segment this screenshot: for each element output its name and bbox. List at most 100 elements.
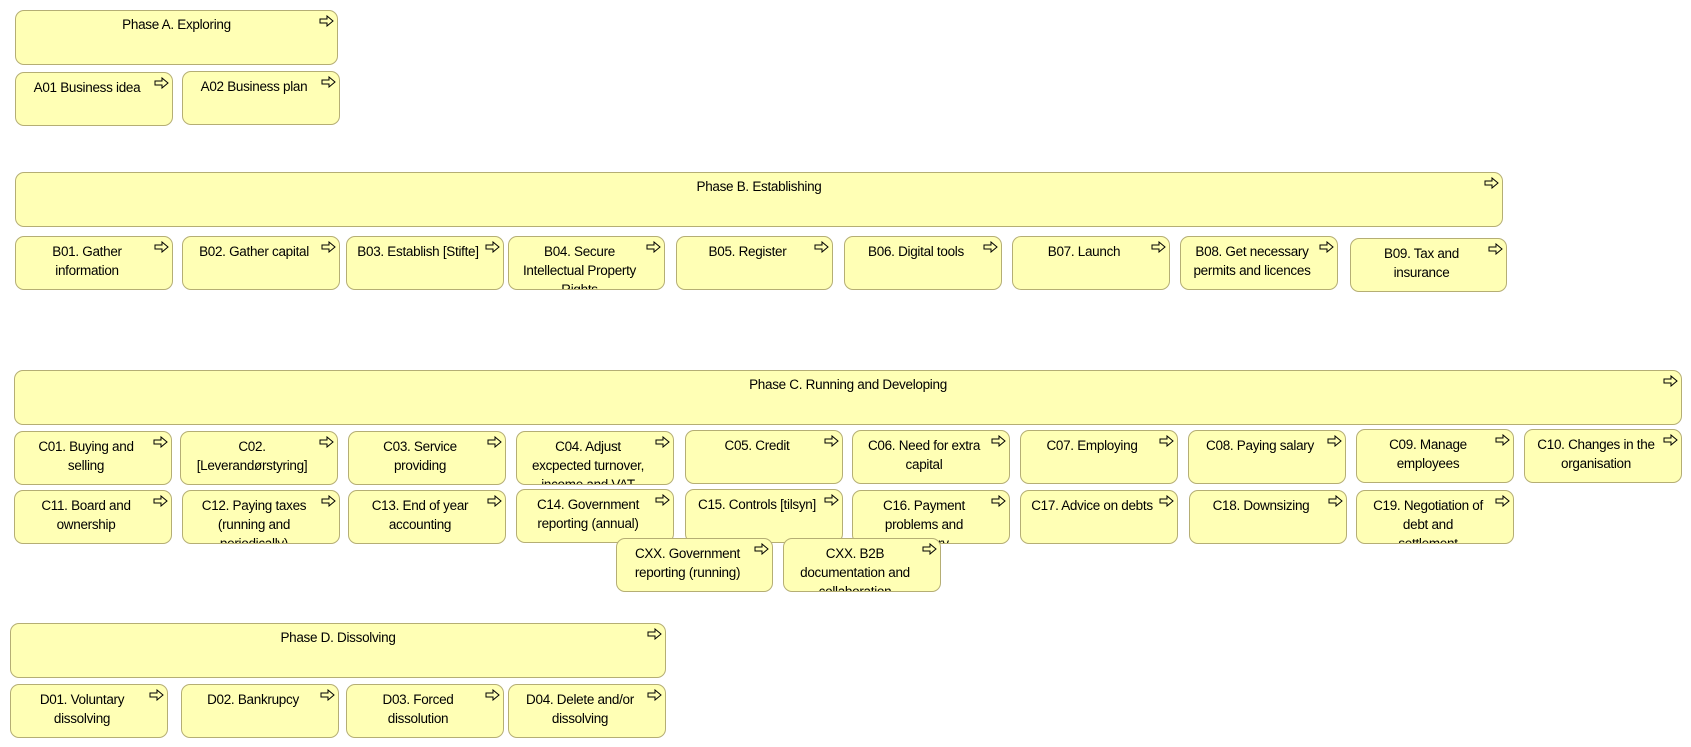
label-line: insurance — [1393, 265, 1450, 280]
label-line: C10. Changes in the — [1537, 437, 1655, 452]
label-line: C06. Need for extra — [867, 438, 981, 453]
capability-label: A02 Business plan — [189, 77, 319, 96]
label-line: (running and — [217, 517, 291, 532]
capability-cxx-gov[interactable]: CXX. Government reporting (running) — [616, 538, 773, 592]
label-line: dissolving — [53, 711, 111, 726]
label-line: Phase A. Exploring — [122, 17, 231, 32]
capability-c19[interactable]: C19. Negotiation of debt and settlement — [1356, 490, 1514, 544]
capability-c09[interactable]: C09. Manage employees — [1356, 429, 1514, 483]
phase-title: Phase D. Dissolving — [21, 628, 655, 647]
capability-a02[interactable]: A02 Business plan — [182, 71, 340, 125]
capability-label: C09. Manage employees — [1363, 435, 1493, 473]
capability-b07[interactable]: B07. Launch — [1012, 236, 1170, 290]
capability-label: C11. Board and ownership — [21, 496, 151, 534]
capability-d02[interactable]: D02. Bankrupcy — [181, 684, 339, 738]
right-arrow-outline-icon — [1495, 434, 1510, 446]
phase-b-container[interactable]: Phase B. Establishing — [15, 172, 1503, 227]
capability-cxx-b2b[interactable]: CXX. B2B documentation and collaboration — [783, 538, 941, 592]
capability-b02[interactable]: B02. Gather capital — [182, 236, 340, 290]
label-line: problems and — [884, 517, 964, 532]
capability-c01[interactable]: C01. Buying and selling — [14, 431, 172, 485]
capability-c07[interactable]: C07. Employing — [1020, 430, 1178, 484]
label-line: capital — [905, 457, 943, 472]
right-arrow-outline-icon — [1328, 495, 1343, 507]
capability-b01[interactable]: B01. Gather information — [15, 236, 173, 290]
capability-c06[interactable]: C06. Need for extra capital — [852, 430, 1010, 484]
label-line: organisation — [1561, 456, 1631, 471]
capability-b06[interactable]: B06. Digital tools — [844, 236, 1002, 290]
label-line: C05. Credit — [724, 438, 790, 453]
right-arrow-outline-icon — [149, 689, 164, 701]
capability-b09[interactable]: B09. Tax and insurance — [1350, 238, 1507, 292]
capability-label: D01. Voluntary dissolving — [17, 690, 147, 728]
right-arrow-outline-icon — [487, 495, 502, 507]
right-arrow-outline-icon — [485, 241, 500, 253]
label-line: reporting (annual) — [537, 516, 639, 531]
right-arrow-outline-icon — [655, 436, 670, 448]
label-line: income and VAT — [541, 477, 635, 485]
phase-d-container[interactable]: Phase D. Dissolving — [10, 623, 666, 678]
capability-label: C10. Changes in the organisation — [1531, 435, 1661, 473]
label-line: collaboration — [818, 584, 892, 592]
label-line: debt and — [1402, 517, 1454, 532]
capability-c02[interactable]: C02. [Leverandørstyring] — [180, 431, 338, 485]
right-arrow-outline-icon — [319, 15, 334, 27]
label-line: documentation and — [800, 565, 910, 580]
capability-label: C14. Government reporting (annual) — [523, 495, 653, 533]
label-line: [Leverandørstyring] — [196, 458, 308, 473]
capability-label: A01 Business idea — [22, 78, 152, 97]
capability-c10[interactable]: C10. Changes in the organisation — [1524, 429, 1682, 483]
capability-a01[interactable]: A01 Business idea — [15, 72, 173, 126]
capability-label: CXX. Government reporting (running) — [623, 544, 752, 582]
capability-label: C19. Negotiation of debt and settlement — [1363, 496, 1493, 544]
capability-d03[interactable]: D03. Forced dissolution — [346, 684, 504, 738]
capability-d01[interactable]: D01. Voluntary dissolving — [10, 684, 168, 738]
label-line: providing — [393, 458, 447, 473]
right-arrow-outline-icon — [824, 494, 839, 506]
label-line: permits and licences — [1193, 263, 1311, 278]
label-line: CXX. Government — [634, 546, 741, 561]
label-line: ownership — [56, 517, 116, 532]
capability-c18[interactable]: C18. Downsizing — [1189, 490, 1347, 544]
right-arrow-outline-icon — [655, 494, 670, 506]
right-arrow-outline-icon — [647, 689, 662, 701]
right-arrow-outline-icon — [485, 689, 500, 701]
capability-b05[interactable]: B05. Register — [676, 236, 833, 290]
capability-c13[interactable]: C13. End of year accounting — [348, 490, 506, 544]
capability-c14[interactable]: C14. Government reporting (annual) — [516, 489, 674, 543]
label-line: accounting — [388, 517, 452, 532]
capability-label: C15. Controls [tilsyn] — [692, 495, 822, 514]
phase-c-container[interactable]: Phase C. Running and Developing — [14, 370, 1682, 425]
capability-c15[interactable]: C15. Controls [tilsyn] — [685, 489, 843, 543]
right-arrow-outline-icon — [1151, 241, 1166, 253]
capability-label: B04. Secure Intellectual Property Rights — [515, 242, 644, 289]
capability-c04[interactable]: C04. Adjust excpected turnover, income and… — [516, 431, 674, 485]
capability-c16[interactable]: C16. Paymentproblems andrecovery — [852, 490, 1010, 544]
capability-label: D02. Bankrupcy — [188, 690, 318, 709]
capability-c17[interactable]: C17. Advice on debts — [1020, 490, 1178, 544]
label-line: D04. Delete and/or — [526, 692, 634, 707]
capability-c03[interactable]: C03. Service providing — [348, 431, 506, 485]
capability-b04[interactable]: B04. Secure Intellectual Property Rights — [508, 236, 665, 290]
right-arrow-outline-icon — [321, 495, 336, 507]
capability-c12[interactable]: C12. Paying taxes (running and periodicall… — [182, 490, 340, 544]
label-line: C02. — [238, 439, 266, 454]
label-line: B06. Digital tools — [868, 244, 964, 259]
phase-a-container[interactable]: Phase A. Exploring — [15, 10, 338, 65]
capability-c11[interactable]: C11. Board and ownership — [14, 490, 172, 544]
label-line: D03. Forced — [382, 692, 454, 707]
capability-label: C06. Need for extra capital — [859, 436, 989, 474]
right-arrow-outline-icon — [154, 241, 169, 253]
capability-b03[interactable]: B03. Establish [Stifte] — [346, 236, 504, 290]
label-line: C15. Controls [tilsyn] — [698, 497, 816, 512]
capability-c08[interactable]: C08. Paying salary — [1188, 430, 1346, 484]
label-line: settlement — [1398, 536, 1458, 544]
label-line: periodically) — [219, 536, 289, 544]
right-arrow-outline-icon — [1159, 495, 1174, 507]
capability-c05[interactable]: C05. Credit — [685, 430, 843, 484]
label-line: B02. Gather capital — [199, 244, 309, 259]
capability-label: C12. Paying taxes (running and periodicall… — [189, 496, 319, 544]
capability-b08[interactable]: B08. Get necessary permits and licences — [1180, 236, 1338, 290]
label-line: A02 Business plan — [200, 79, 308, 94]
capability-d04[interactable]: D04. Delete and/or dissolving — [508, 684, 666, 738]
